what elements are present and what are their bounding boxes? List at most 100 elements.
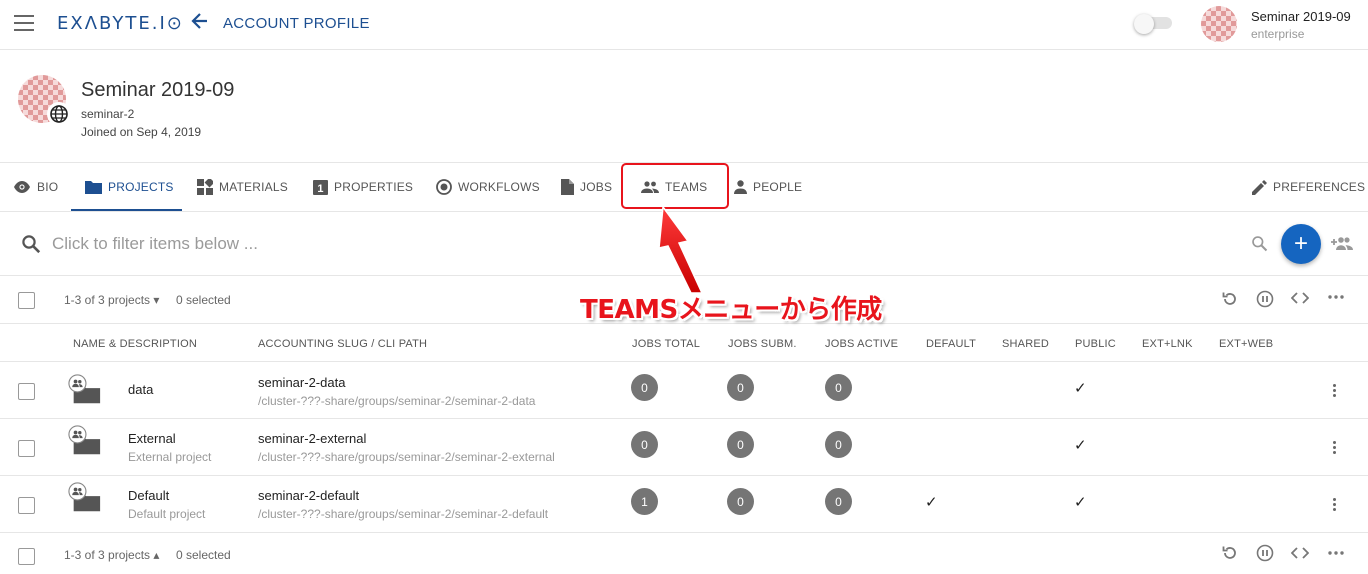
column-header[interactable]: EXT+LNK [1142, 338, 1193, 350]
jobs-total-badge: 0 [631, 431, 658, 458]
row-checkbox[interactable] [18, 440, 35, 457]
tab-label: WORKFLOWS [458, 180, 540, 194]
item-count[interactable]: 1-3 of 3 projects ▴ [64, 548, 159, 562]
tab-label: PEOPLE [753, 180, 803, 194]
code-icon[interactable] [1291, 292, 1309, 304]
tab-bio[interactable]: BIO [13, 163, 58, 211]
row-checkbox[interactable] [18, 497, 35, 514]
row-menu-icon[interactable] [1333, 498, 1337, 513]
project-path: /cluster-???-share/groups/seminar-2/semi… [258, 450, 555, 464]
refresh-icon[interactable] [1221, 544, 1239, 562]
profile-joined-date: Joined on Sep 4, 2019 [81, 125, 202, 139]
column-header[interactable]: JOBS SUBM. [728, 338, 797, 350]
tab-properties[interactable]: 1 PROPERTIES [313, 163, 413, 211]
project-name[interactable]: Default [128, 488, 169, 503]
tab-materials[interactable]: MATERIALS [197, 163, 288, 211]
jobs-active-badge: 0 [825, 488, 852, 515]
project-name[interactable]: data [128, 382, 153, 397]
column-header[interactable]: ACCOUNTING SLUG / CLI PATH [258, 338, 427, 350]
selected-count: 0 selected [176, 293, 231, 307]
selected-count: 0 selected [176, 548, 231, 562]
public-check-icon: ✓ [1074, 380, 1087, 397]
public-check-icon: ✓ [1074, 437, 1087, 454]
menu-icon[interactable] [14, 15, 34, 31]
select-all-checkbox[interactable] [18, 548, 35, 565]
column-header[interactable]: JOBS ACTIVE [825, 338, 898, 350]
tab-preferences[interactable]: PREFERENCES [1252, 163, 1365, 211]
filter-input[interactable] [52, 232, 652, 256]
theme-toggle[interactable] [1134, 14, 1172, 34]
pencil-icon [1252, 179, 1267, 195]
jobs-submitted-badge: 0 [727, 488, 754, 515]
project-path: /cluster-???-share/groups/seminar-2/semi… [258, 394, 536, 408]
tab-people[interactable]: PEOPLE [734, 163, 802, 211]
column-header[interactable]: NAME & DESCRIPTION [73, 338, 197, 350]
select-all-checkbox[interactable] [18, 292, 35, 309]
table-row[interactable]: External External project seminar-2-exte… [0, 419, 1368, 476]
folder-icon [85, 181, 102, 194]
tab-projects[interactable]: PROJECTS [85, 163, 174, 211]
tab-workflows[interactable]: WORKFLOWS [436, 163, 540, 211]
group-folder-icon [68, 425, 101, 455]
back-arrow-icon[interactable] [190, 11, 210, 37]
item-count[interactable]: 1-3 of 3 projects ▾ [64, 293, 159, 307]
public-check-icon: ✓ [1074, 494, 1087, 511]
annotation-arrow-icon [658, 205, 704, 294]
column-header[interactable]: JOBS TOTAL [632, 338, 700, 350]
column-header[interactable]: SHARED [1002, 338, 1049, 350]
more-horizontal-icon[interactable] [1328, 551, 1344, 555]
tab-label: MATERIALS [219, 180, 288, 194]
profile-name: Seminar 2019-09 [81, 79, 235, 101]
workflow-icon [436, 179, 452, 195]
column-header[interactable]: EXT+WEB [1219, 338, 1273, 350]
jobs-active-badge: 0 [825, 431, 852, 458]
project-description: Default project [128, 507, 206, 521]
row-menu-icon[interactable] [1333, 441, 1337, 456]
globe-icon [47, 102, 71, 126]
pause-icon[interactable] [1256, 290, 1274, 308]
tab-label: JOBS [580, 180, 613, 194]
add-project-button[interactable]: + [1281, 224, 1321, 264]
top-bar: EXΛBYTE.I⊙ ACCOUNT PROFILE Seminar 2019-… [0, 0, 1368, 50]
jobs-submitted-badge: 0 [727, 374, 754, 401]
jobs-active-badge: 0 [825, 374, 852, 401]
teams-highlight-box [621, 163, 729, 209]
active-tab-indicator [71, 209, 182, 211]
table-row[interactable]: data seminar-2-data /cluster-???-share/g… [0, 362, 1368, 419]
user-plan: enterprise [1251, 27, 1305, 41]
caret-up-icon: ▴ [153, 548, 160, 562]
project-path: /cluster-???-share/groups/seminar-2/semi… [258, 507, 549, 521]
project-slug: seminar-2-data [258, 375, 346, 390]
project-description: External project [128, 450, 212, 464]
pause-icon[interactable] [1256, 544, 1274, 562]
jobs-total-badge: 0 [631, 374, 658, 401]
table-header: NAME & DESCRIPTION ACCOUNTING SLUG / CLI… [0, 325, 1368, 362]
avatar[interactable] [1201, 6, 1237, 42]
add-group-icon[interactable] [1331, 236, 1353, 250]
code-icon[interactable] [1291, 547, 1309, 559]
search-icon[interactable] [1251, 235, 1268, 252]
column-header[interactable]: DEFAULT [926, 338, 976, 350]
project-name[interactable]: External [128, 431, 176, 446]
tab-label: PREFERENCES [1273, 180, 1366, 194]
properties-icon: 1 [313, 179, 328, 195]
table-row[interactable]: Default Default project seminar-2-defaul… [0, 476, 1368, 533]
group-folder-icon [68, 482, 101, 512]
tab-jobs[interactable]: JOBS [561, 163, 612, 211]
person-icon [734, 180, 747, 194]
materials-icon [197, 179, 213, 195]
jobs-total-badge: 1 [631, 488, 658, 515]
page-title: ACCOUNT PROFILE [223, 15, 370, 32]
refresh-icon[interactable] [1221, 290, 1239, 308]
caret-down-icon: ▾ [153, 293, 160, 307]
user-name[interactable]: Seminar 2019-09 [1251, 9, 1351, 24]
row-menu-icon[interactable] [1333, 384, 1337, 399]
more-horizontal-icon[interactable] [1328, 295, 1344, 299]
column-header[interactable]: PUBLIC [1075, 338, 1116, 350]
svg-text:1: 1 [317, 183, 323, 195]
tab-label: PROJECTS [108, 180, 174, 194]
search-icon [22, 235, 41, 254]
logo[interactable]: EXΛBYTE.I⊙ [57, 13, 184, 34]
row-checkbox[interactable] [18, 383, 35, 400]
project-slug: seminar-2-default [258, 488, 360, 503]
